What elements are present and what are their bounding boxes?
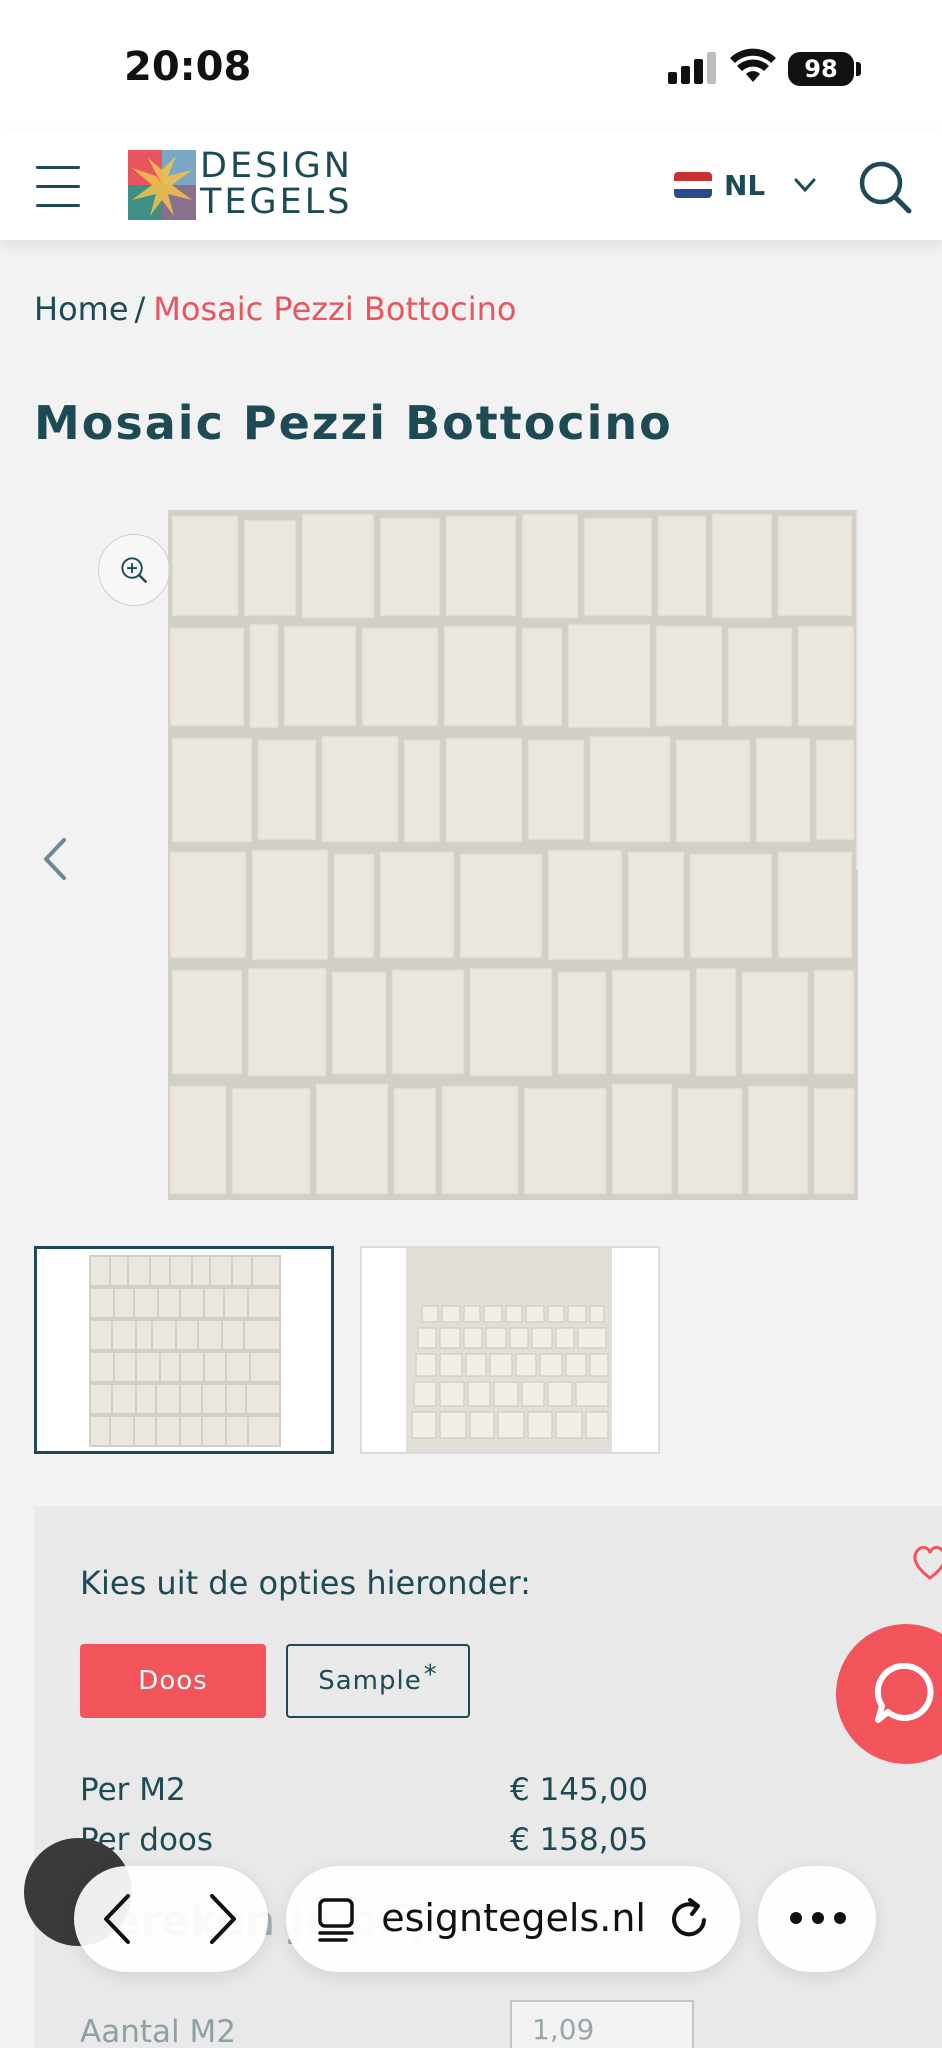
breadcrumb: Home / Mosaic Pezzi Bottocino bbox=[34, 290, 516, 328]
thumbnail-1[interactable] bbox=[34, 1246, 334, 1454]
option-sample-asterisk: * bbox=[423, 1660, 438, 1690]
search-icon[interactable] bbox=[858, 160, 912, 214]
thumbnail-1-image bbox=[89, 1255, 281, 1447]
wifi-icon bbox=[730, 48, 776, 82]
quantity-label: Aantal M2 bbox=[80, 2014, 236, 2048]
flag-nl-icon bbox=[674, 172, 712, 198]
status-bar: 20:08 98 bbox=[0, 0, 942, 130]
heart-icon[interactable] bbox=[910, 1538, 942, 1584]
zoom-in-icon[interactable] bbox=[98, 534, 170, 606]
option-sample-button[interactable]: Sample * bbox=[286, 1644, 470, 1718]
status-time: 20:08 bbox=[124, 44, 252, 90]
price-value-per-m2: € 145,00 bbox=[510, 1772, 649, 1808]
option-sample-label: Sample bbox=[318, 1666, 422, 1696]
cellular-signal-icon bbox=[668, 52, 716, 84]
back-icon[interactable] bbox=[100, 1892, 134, 1946]
battery-icon: 98 bbox=[788, 52, 854, 86]
breadcrumb-home[interactable]: Home bbox=[34, 290, 129, 328]
quantity-input[interactable]: 1,09 bbox=[510, 2000, 694, 2048]
product-image[interactable] bbox=[168, 510, 858, 1200]
url-text[interactable]: designtegels.nl bbox=[378, 1896, 646, 1940]
thumbnail-2-image bbox=[406, 1248, 612, 1452]
price-value-per-doos: € 158,05 bbox=[510, 1822, 649, 1858]
breadcrumb-current: Mosaic Pezzi Bottocino bbox=[153, 290, 517, 328]
image-divider bbox=[856, 510, 858, 870]
chevron-left-icon[interactable] bbox=[38, 834, 72, 884]
language-label: NL bbox=[724, 168, 766, 202]
language-selector[interactable]: NL bbox=[674, 168, 765, 202]
thumbnail-2[interactable] bbox=[360, 1246, 660, 1454]
option-doos-button[interactable]: Doos bbox=[80, 1644, 266, 1718]
logo-text[interactable]: DESIGN TEGELS bbox=[200, 148, 353, 220]
menu-icon[interactable] bbox=[36, 166, 80, 207]
chevron-down-icon[interactable] bbox=[794, 174, 816, 196]
logo-line-1: DESIGN bbox=[200, 146, 353, 186]
breadcrumb-separator: / bbox=[134, 290, 146, 328]
forward-icon[interactable] bbox=[206, 1892, 240, 1946]
reload-icon[interactable] bbox=[666, 1896, 712, 1942]
page-title: Mosaic Pezzi Bottocino bbox=[34, 396, 673, 450]
site-header: DESIGN TEGELS NL bbox=[0, 130, 942, 240]
chat-bubble-icon bbox=[874, 1662, 934, 1723]
battery-tip bbox=[856, 62, 861, 76]
more-icon bbox=[790, 1912, 846, 1924]
price-label-per-m2: Per M2 bbox=[80, 1772, 186, 1808]
options-label: Kies uit de opties hieronder: bbox=[80, 1564, 531, 1602]
logo-icon[interactable] bbox=[128, 150, 196, 220]
logo-line-2: TEGELS bbox=[200, 182, 353, 222]
reader-tabs-icon[interactable] bbox=[316, 1896, 356, 1942]
